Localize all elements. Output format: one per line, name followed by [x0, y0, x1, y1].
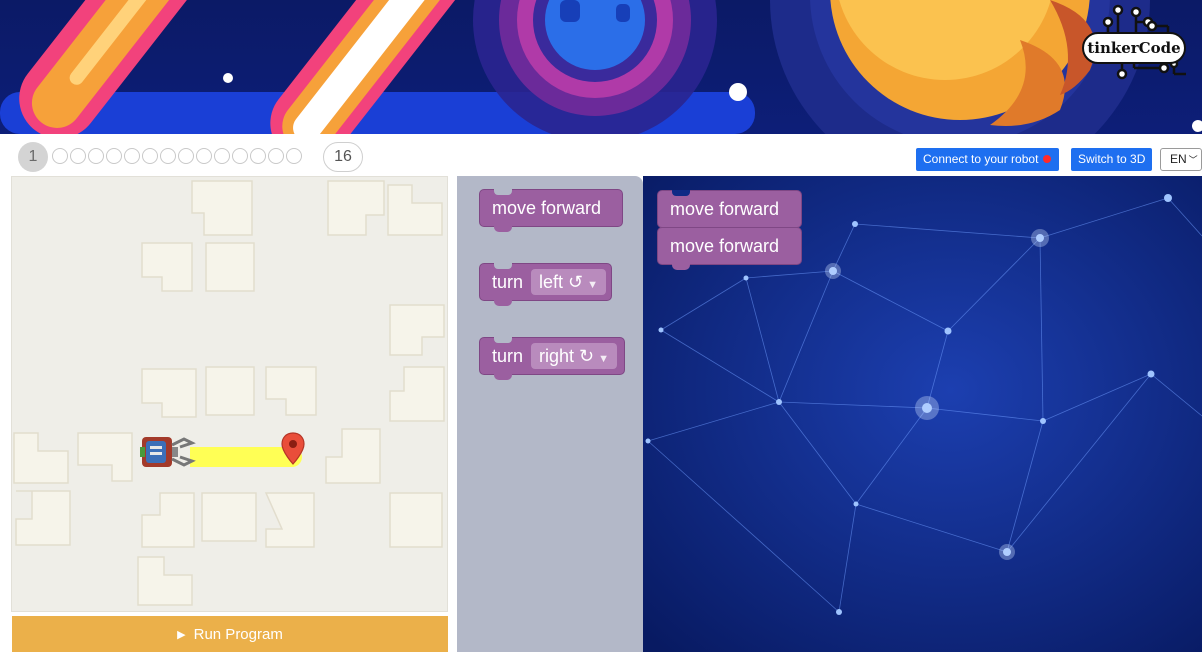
level-dot[interactable] — [286, 148, 302, 164]
level-dot[interactable] — [250, 148, 266, 164]
language-select[interactable]: EN ﹀ — [1160, 148, 1202, 171]
space-banner-illustration — [0, 0, 1202, 134]
block-notch — [494, 337, 512, 343]
play-icon: ▶ — [177, 629, 186, 641]
language-value: EN — [1170, 152, 1187, 166]
block-label: turn — [492, 272, 524, 292]
game-board — [11, 176, 448, 612]
connection-status-dot-icon — [1043, 155, 1052, 163]
turn-direction-dropdown[interactable]: left ↺ ▼ — [531, 269, 607, 295]
maze-tiles — [13, 180, 445, 606]
level-dot[interactable] — [142, 148, 158, 164]
logo-wordmark: tinkerCode — [1082, 32, 1186, 64]
dropdown-arrow-icon: ▼ — [587, 279, 599, 291]
level-dot[interactable] — [214, 148, 230, 164]
toolbox-block-turn-right[interactable]: turn right ↻ ▼ — [479, 337, 625, 380]
level-dot[interactable] — [88, 148, 104, 164]
header-banner: tinkerCode — [0, 0, 1202, 134]
tinkercode-logo: tinkerCode — [1082, 2, 1192, 80]
switch-to-3d-button[interactable]: Switch to 3D — [1071, 148, 1152, 171]
block-tab — [494, 300, 512, 306]
toolbox-block-move-forward[interactable]: move forward — [479, 189, 623, 232]
block-notch — [672, 190, 690, 196]
code-workspace[interactable]: move forward move forward — [643, 176, 1202, 652]
workspace-block-move-forward[interactable]: move forward — [657, 190, 802, 228]
block-label: move forward — [492, 198, 602, 218]
turn-direction-dropdown[interactable]: right ↻ ▼ — [531, 343, 618, 369]
level-dot[interactable] — [70, 148, 86, 164]
run-program-button[interactable]: ▶ Run Program — [12, 616, 448, 652]
level-dot[interactable] — [268, 148, 284, 164]
workspace-block-move-forward[interactable]: move forward — [657, 227, 802, 270]
dropdown-value: left ↺ — [539, 272, 584, 292]
block-notch — [494, 189, 512, 195]
app-root: tinkerCode 1 16 Connect to your robot Sw… — [0, 0, 1202, 652]
level-dot[interactable] — [178, 148, 194, 164]
block-label: move forward — [670, 236, 780, 256]
block-toolbox: move forward turn left ↺ ▼ turn right ↻ ▼ — [457, 176, 643, 652]
level-dot[interactable] — [160, 148, 176, 164]
level-dot[interactable] — [196, 148, 212, 164]
level-dot[interactable] — [232, 148, 248, 164]
dropdown-value: right ↻ — [539, 346, 595, 366]
chevron-down-icon: ﹀ — [1188, 155, 1198, 165]
block-tab — [672, 264, 690, 270]
level-current-badge[interactable]: 1 — [18, 142, 48, 172]
level-dot[interactable] — [52, 148, 68, 164]
level-dots — [52, 148, 302, 164]
connect-robot-label: Connect to your robot — [923, 152, 1039, 166]
block-label: turn — [492, 346, 524, 366]
goal-map-pin-icon — [281, 432, 305, 465]
block-tab — [494, 374, 512, 380]
block-label: move forward — [670, 199, 780, 219]
level-last-badge[interactable]: 16 — [323, 142, 363, 172]
robot-icon — [140, 437, 196, 467]
block-tab — [494, 226, 512, 232]
run-program-label: Run Program — [193, 626, 283, 643]
dropdown-arrow-icon: ▼ — [598, 353, 610, 365]
block-notch — [494, 263, 512, 269]
level-dot[interactable] — [106, 148, 122, 164]
connect-robot-button[interactable]: Connect to your robot — [916, 148, 1059, 171]
level-dot[interactable] — [124, 148, 140, 164]
toolbox-block-turn-left[interactable]: turn left ↺ ▼ — [479, 263, 612, 306]
